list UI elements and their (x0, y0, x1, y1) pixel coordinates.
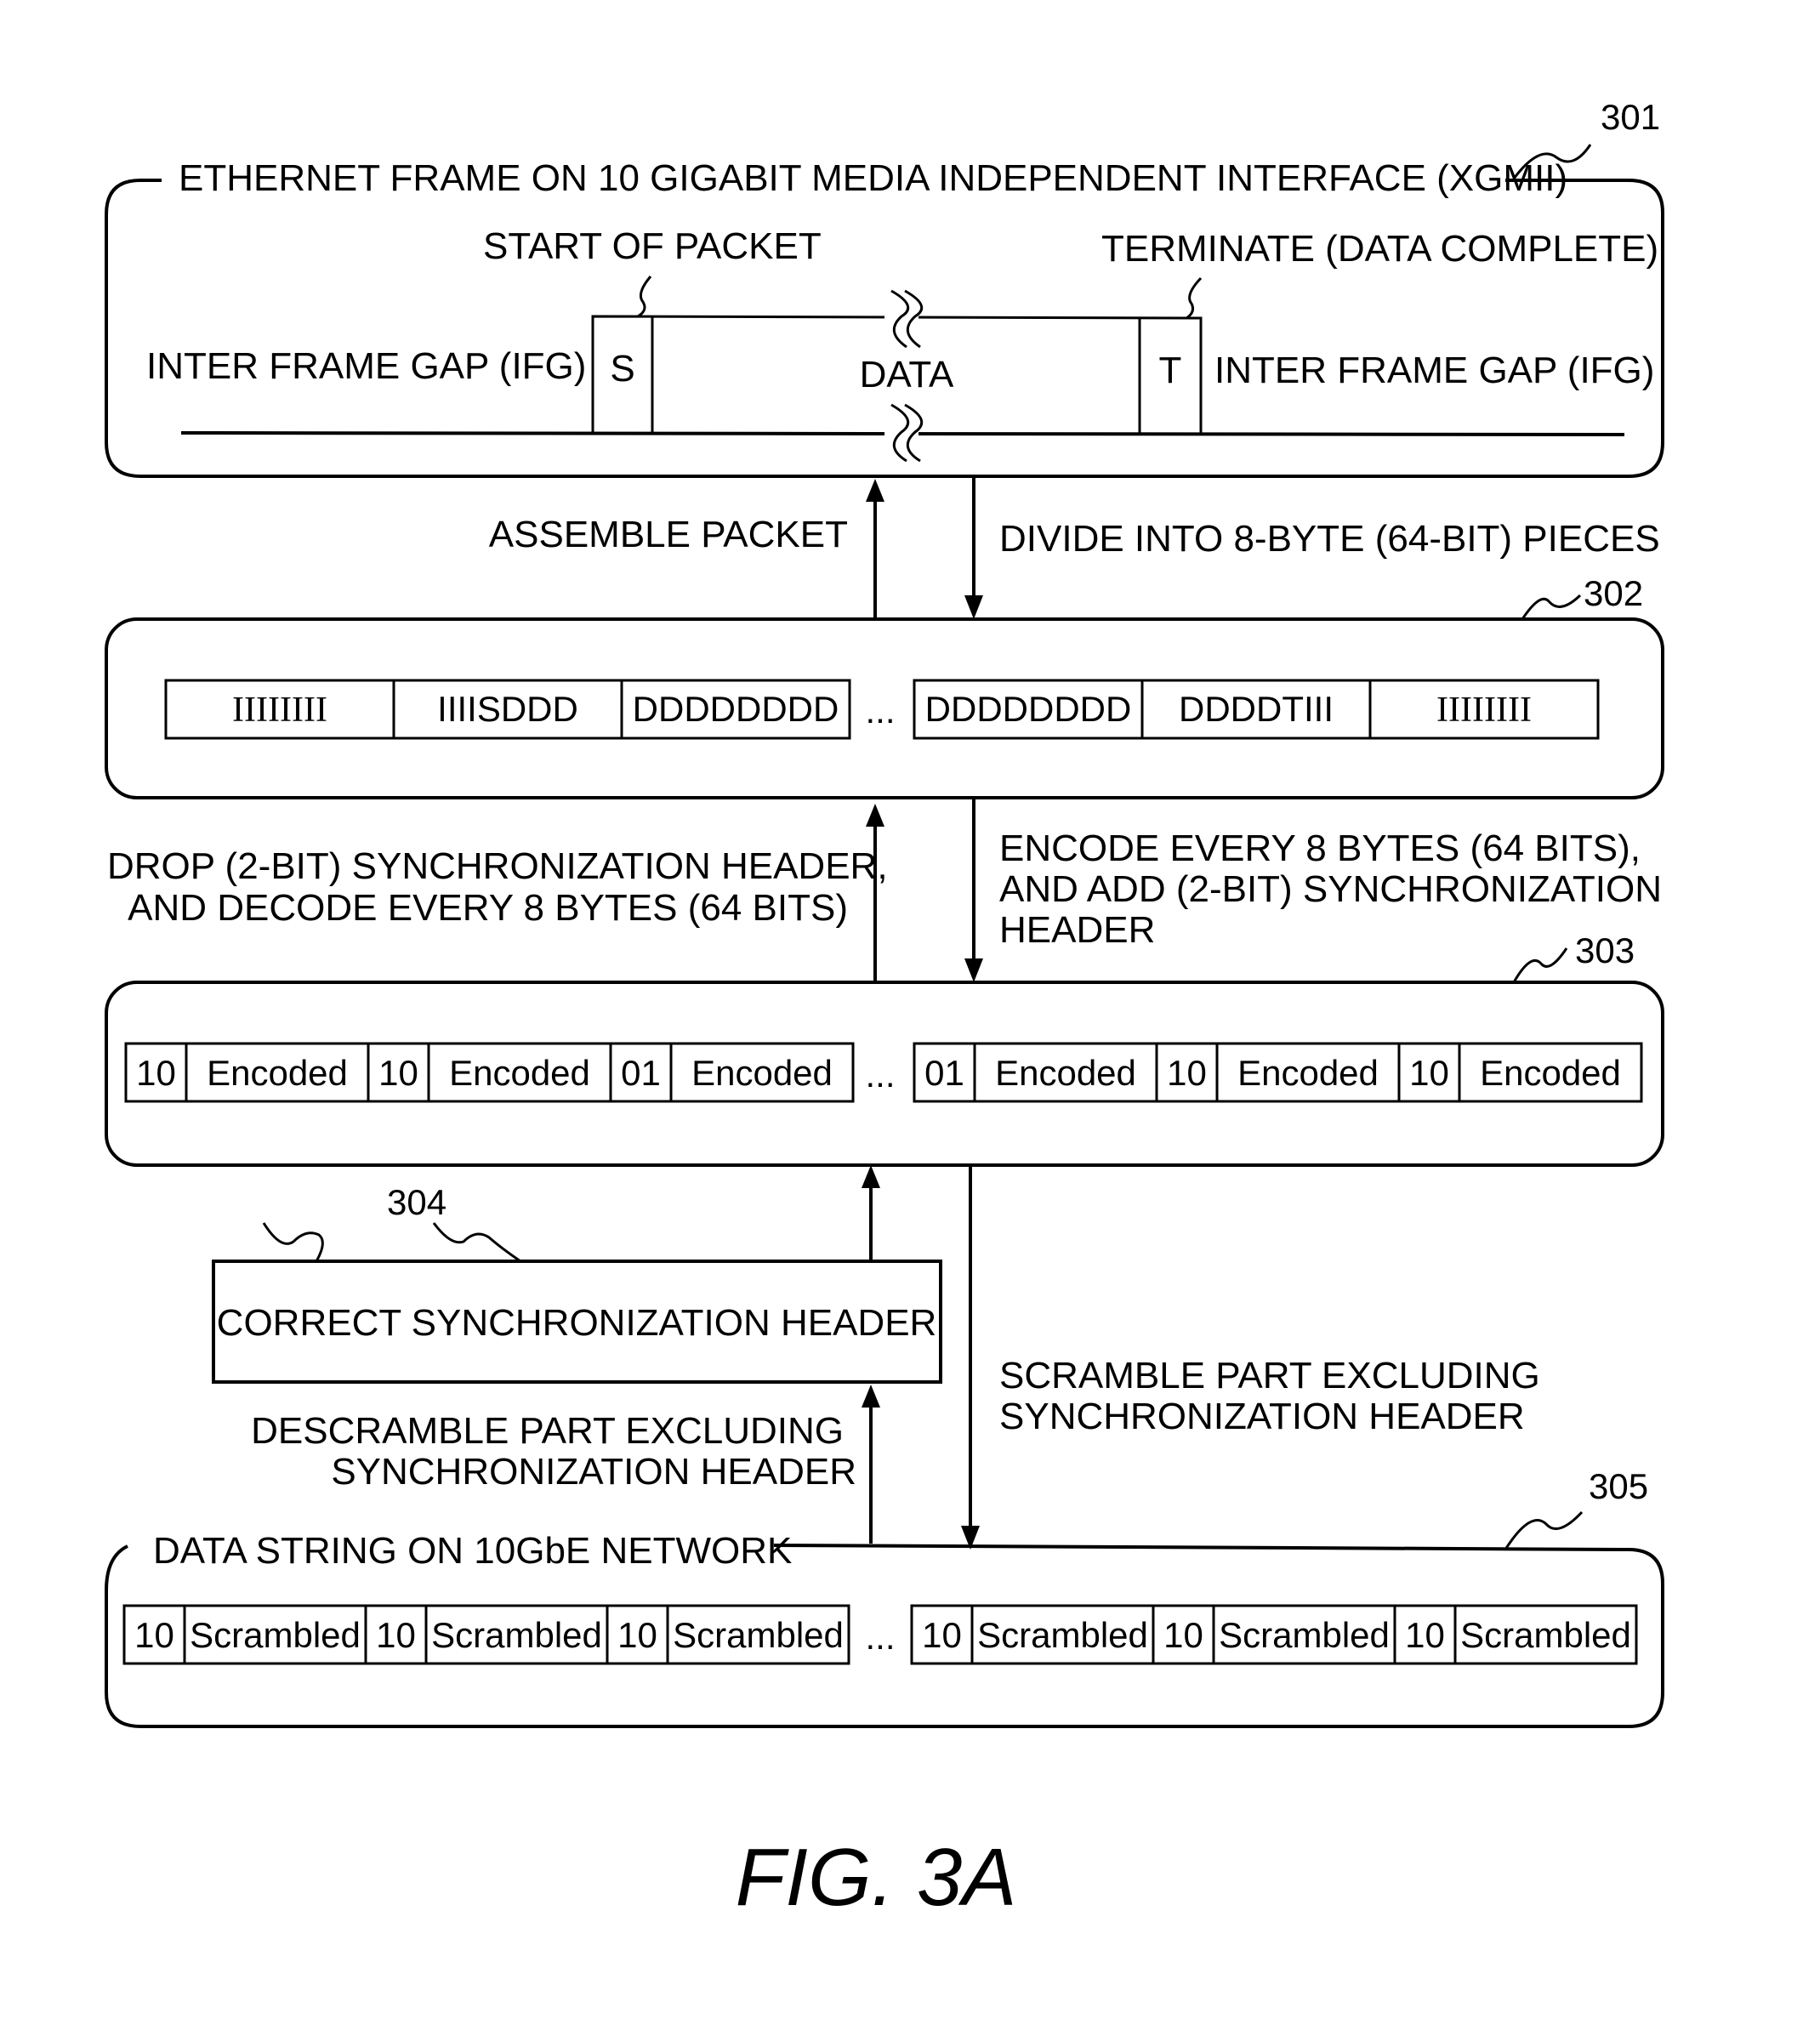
network-payload-text: Scrambled (1219, 1615, 1390, 1655)
encoded-payload-text: Encoded (995, 1053, 1136, 1093)
drop-label-line2: AND DECODE EVERY 8 BYTES (64 BITS) (128, 887, 848, 929)
divide-arrow-head (964, 595, 983, 619)
byte-piece-text: DDDDDDDD (925, 689, 1132, 729)
encoded-sync-header-text: 01 (621, 1053, 661, 1093)
terminate-leader (1186, 276, 1203, 320)
break-mark-bottom (884, 403, 924, 463)
pieces-row: IIIIIIII IIIISDDD DDDDDDDD DDDDDDDD DDDDTIII… (164, 679, 1600, 740)
network-payload-text: Scrambled (977, 1615, 1148, 1655)
ref-305: 305 (1589, 1466, 1648, 1506)
network-sync-header-text: 10 (134, 1615, 174, 1655)
arrow-scramble (961, 1165, 980, 1550)
ref-302: 302 (1584, 573, 1643, 613)
network-sync-header-text: 10 (617, 1615, 657, 1655)
encoded-ellipsis: ... (865, 1055, 895, 1095)
encoded-payload-text: Encoded (207, 1053, 348, 1093)
ref-305-leader (1504, 1510, 1584, 1550)
block-301-xgmii: ETHERNET FRAME ON 10 GIGABIT MEDIA INDEP… (105, 97, 1664, 478)
ref-304-leader (262, 1222, 324, 1262)
correct-up-arrow-head (862, 1165, 880, 1188)
encoded-sync-header-text: 01 (924, 1053, 964, 1093)
byte-piece-text: IIIISDDD (437, 689, 578, 729)
network-payload-text: Scrambled (190, 1615, 361, 1655)
encoded-sync-header-text: 10 (136, 1053, 176, 1093)
s-field: S (610, 348, 634, 390)
arrow-correct-to-303 (862, 1165, 880, 1261)
ref-304: 304 (387, 1182, 446, 1222)
block-305-title: DATA STRING ON 10GbE NETWORK (153, 1530, 792, 1572)
encoded-payload-text: Encoded (1480, 1053, 1621, 1093)
arrow-assemble-packet (866, 479, 884, 619)
ref-303: 303 (1575, 930, 1635, 970)
encoded-sync-header-text: 10 (1167, 1053, 1207, 1093)
start-of-packet-leader (637, 276, 652, 318)
network-payload-text: Scrambled (1460, 1615, 1631, 1655)
encoded-sync-header-text: 10 (1409, 1053, 1449, 1093)
byte-piece-text: DDDDDDDD (633, 689, 839, 729)
ref-302-leader (1521, 594, 1582, 620)
arrow-descramble (862, 1385, 880, 1544)
encode-label-line1: ENCODE EVERY 8 BYTES (64 BITS), (999, 828, 1641, 869)
ifg-right-label: INTER FRAME GAP (IFG) (1214, 350, 1654, 391)
network-sync-header-text: 10 (376, 1615, 416, 1655)
encoded-payload-text: Encoded (691, 1053, 833, 1093)
divide-label: DIVIDE INTO 8-BYTE (64-BIT) PIECES (999, 518, 1660, 560)
encoded-payload-text: Encoded (1237, 1053, 1379, 1093)
block-305-network: DATA STRING ON 10GbE NETWORK 305 10 Scram… (105, 1466, 1664, 1728)
network-row: 10 Scrambled 10 Scrambled 10 Scrambled 10 Scram… (122, 1604, 1638, 1665)
assemble-packet-label: ASSEMBLE PACKET (489, 514, 848, 555)
arrow-drop-decode (866, 804, 884, 982)
figure-label: FIG. 3A (736, 1832, 1017, 1923)
byte-piece-text: IIIIIIII (1436, 691, 1532, 730)
ifg-left-label: INTER FRAME GAP (IFG) (146, 345, 586, 387)
network-payload-text: Scrambled (673, 1615, 844, 1655)
block-304-correct-sync: CORRECT SYNCHRONIZATION HEADER 304 (212, 1182, 942, 1384)
t-field: T (1159, 350, 1182, 391)
scramble-label-line1: SCRAMBLE PART EXCLUDING (999, 1355, 1540, 1396)
fig-3a-diagram: ETHERNET FRAME ON 10 GIGABIT MEDIA INDEP… (105, 97, 1664, 1923)
block-301-title: ETHERNET FRAME ON 10 GIGABIT MEDIA INDEP… (179, 157, 1567, 199)
descramble-arrow-head (862, 1385, 880, 1408)
ref-304-leader-fix (432, 1222, 521, 1263)
data-field: DATA (860, 354, 954, 395)
terminate-label: TERMINATE (DATA COMPLETE) (1101, 228, 1658, 270)
drop-label-line1: DROP (2-BIT) SYNCHRONIZATION HEADER, (107, 845, 888, 887)
network-payload-text: Scrambled (431, 1615, 602, 1655)
ref-301: 301 (1601, 97, 1660, 137)
block-303-encoded: 303 10 Encoded 10 Encoded 01 Encoded 01 Encoded… (105, 930, 1664, 1167)
descramble-label-line2: SYNCHRONIZATION HEADER (331, 1451, 856, 1493)
encode-arrow-head (964, 958, 983, 982)
ref-303-leader (1512, 947, 1568, 983)
correct-sync-label: CORRECT SYNCHRONIZATION HEADER (217, 1302, 937, 1344)
encoded-sync-header-text: 10 (378, 1053, 418, 1093)
encode-label-line2: AND ADD (2-BIT) SYNCHRONIZATION (999, 868, 1662, 910)
encoded-row: 10 Encoded 10 Encoded 01 Encoded 01 Encoded 10 En… (124, 1042, 1643, 1103)
byte-piece-text: IIIIIIII (232, 691, 327, 730)
assemble-arrow-head (866, 479, 884, 502)
drop-arrow-head (866, 804, 884, 827)
scramble-label-line2: SYNCHRONIZATION HEADER (999, 1396, 1525, 1437)
encode-label-line3: HEADER (999, 909, 1155, 951)
arrow-encode (964, 799, 983, 982)
start-of-packet-label: START OF PACKET (483, 225, 822, 267)
byte-piece-text: DDDDTIII (1179, 689, 1334, 729)
pieces-ellipsis: ... (865, 691, 895, 731)
descramble-label-line1: DESCRAMBLE PART EXCLUDING (251, 1410, 844, 1452)
block-302-pieces: 302 IIIIIIII IIIISDDD DDDDDDDD DDDDDDDD DDDD… (105, 573, 1664, 799)
network-sync-header-text: 10 (1163, 1615, 1203, 1655)
arrow-divide (964, 477, 983, 619)
network-sync-header-text: 10 (1405, 1615, 1445, 1655)
break-mark-top (884, 289, 924, 349)
network-sync-header-text: 10 (922, 1615, 962, 1655)
network-ellipsis: ... (865, 1617, 895, 1657)
encoded-payload-text: Encoded (449, 1053, 590, 1093)
